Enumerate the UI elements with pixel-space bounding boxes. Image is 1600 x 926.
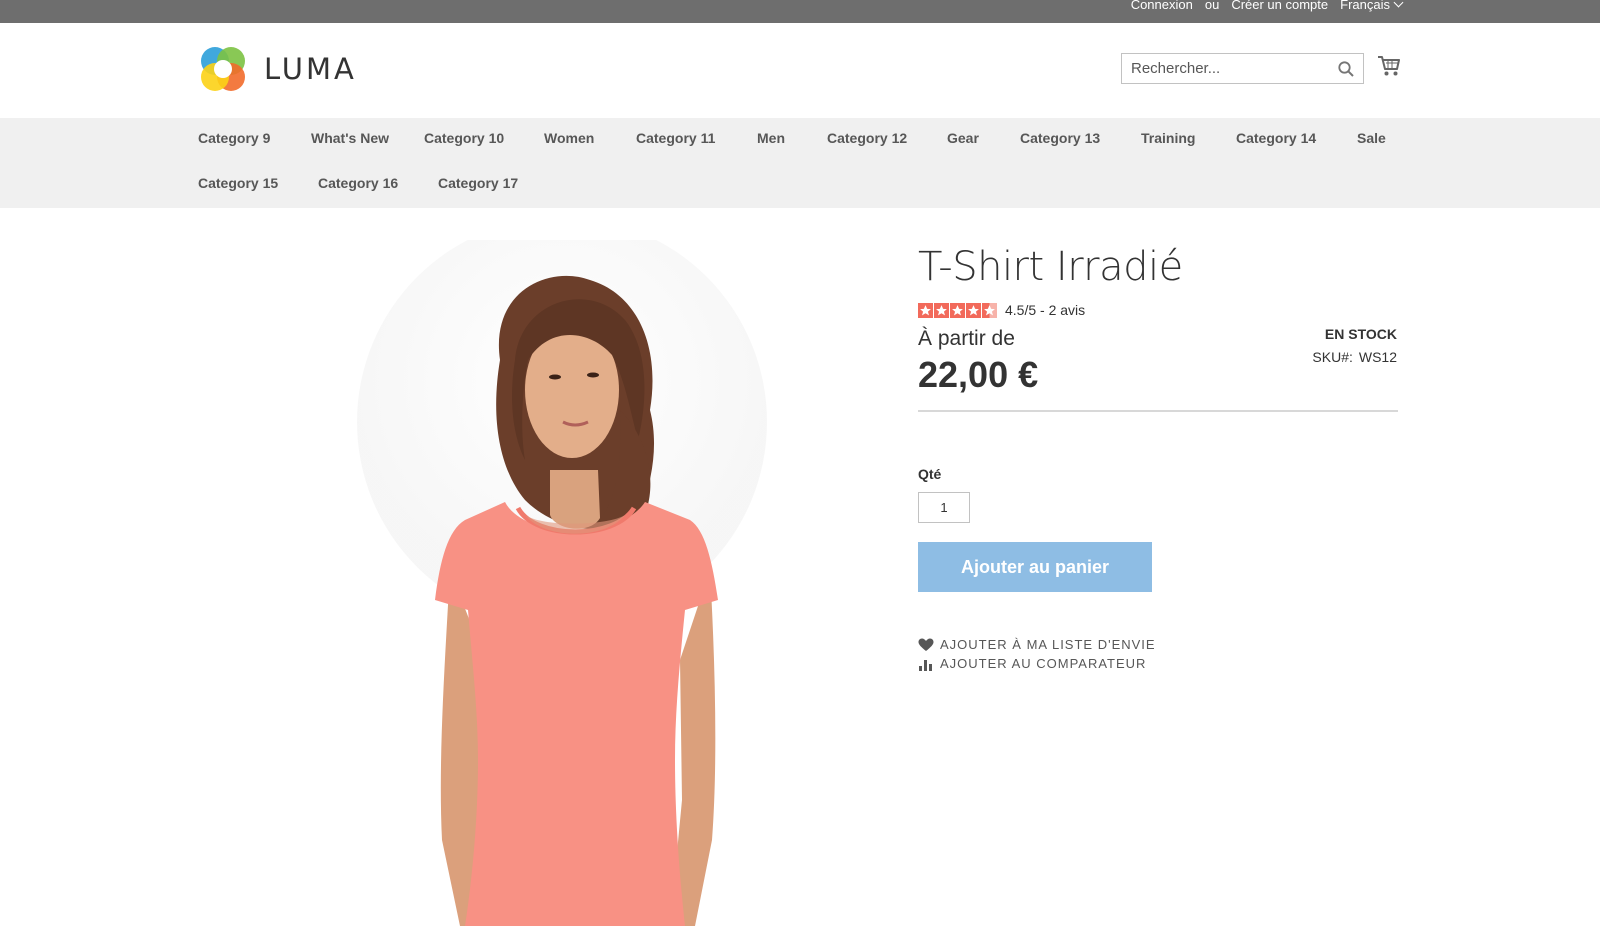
nav-item-men[interactable]: Men: [757, 130, 785, 146]
chevron-down-icon: [1393, 0, 1404, 8]
language-switcher[interactable]: Français: [1340, 0, 1404, 12]
nav-item-sale[interactable]: Sale: [1357, 130, 1386, 146]
nav-item-training[interactable]: Training: [1141, 130, 1195, 146]
add-to-wishlist-link[interactable]: AJOUTER À MA LISTE D'ENVIE: [918, 637, 1156, 652]
product-sku: SKU#: WS12: [1312, 349, 1397, 365]
sku-label: SKU#:: [1312, 349, 1353, 365]
site-header: LUMA: [0, 23, 1600, 118]
star-icon: [934, 302, 949, 318]
qty-label: Qté: [918, 466, 942, 482]
quantity-input[interactable]: [918, 492, 970, 523]
bar-chart-icon: [919, 659, 932, 671]
nav-item-women[interactable]: Women: [544, 130, 594, 146]
top-links: Connexion ou Créer un compte Français: [1131, 0, 1404, 12]
star-icon: [966, 302, 981, 318]
luma-logo-icon: [201, 47, 245, 91]
price-divider: [918, 410, 1398, 412]
product-title: T-Shirt Irradié: [918, 244, 1183, 290]
wishlist-label: AJOUTER À MA LISTE D'ENVIE: [940, 637, 1156, 652]
sign-in-link[interactable]: Connexion: [1131, 0, 1193, 12]
nav-item-whats-new[interactable]: What's New: [311, 130, 389, 146]
search-icon[interactable]: [1337, 60, 1355, 78]
stock-status: EN STOCK: [1324, 326, 1397, 342]
product-rating[interactable]: 4.5/5 - 2 avis: [918, 302, 1085, 318]
heart-icon: [918, 638, 934, 651]
nav-item-category-10[interactable]: Category 10: [424, 130, 504, 146]
create-account-link[interactable]: Créer un compte: [1231, 0, 1328, 12]
product-price: 22,00 €: [918, 354, 1039, 395]
search-input[interactable]: [1122, 54, 1322, 83]
rating-summary[interactable]: 4.5/5 - 2 avis: [1005, 302, 1085, 318]
add-to-cart-button[interactable]: Ajouter au panier: [918, 542, 1152, 592]
search-box[interactable]: [1121, 53, 1364, 84]
nav-item-category-15[interactable]: Category 15: [198, 175, 278, 191]
compare-label: AJOUTER AU COMPARATEUR: [940, 656, 1147, 671]
language-label: Français: [1340, 0, 1390, 12]
product-image: [357, 240, 767, 926]
nav-item-category-9[interactable]: Category 9: [198, 130, 270, 146]
sku-value: WS12: [1358, 349, 1397, 365]
nav-item-category-17[interactable]: Category 17: [438, 175, 518, 191]
add-to-compare-link[interactable]: AJOUTER AU COMPARATEUR: [918, 656, 1146, 671]
star-icon: [918, 302, 933, 318]
or-text: ou: [1204, 0, 1220, 12]
nav-item-gear[interactable]: Gear: [947, 130, 979, 146]
logo-text: LUMA: [264, 52, 357, 86]
price-prefix: À partir de: [918, 327, 1015, 350]
nav-item-category-16[interactable]: Category 16: [318, 175, 398, 191]
half-star-icon: [982, 302, 997, 318]
main-nav: Category 9 What's New Category 10 Women …: [0, 118, 1600, 208]
logo[interactable]: LUMA: [198, 44, 357, 94]
rating-stars: [918, 302, 997, 318]
cart-icon[interactable]: [1377, 55, 1401, 77]
nav-item-category-13[interactable]: Category 13: [1020, 130, 1100, 146]
star-icon: [950, 302, 965, 318]
top-bar: Connexion ou Créer un compte Français: [0, 0, 1600, 23]
nav-item-category-14[interactable]: Category 14: [1236, 130, 1316, 146]
nav-item-category-11[interactable]: Category 11: [636, 130, 715, 146]
nav-item-category-12[interactable]: Category 12: [827, 130, 907, 146]
